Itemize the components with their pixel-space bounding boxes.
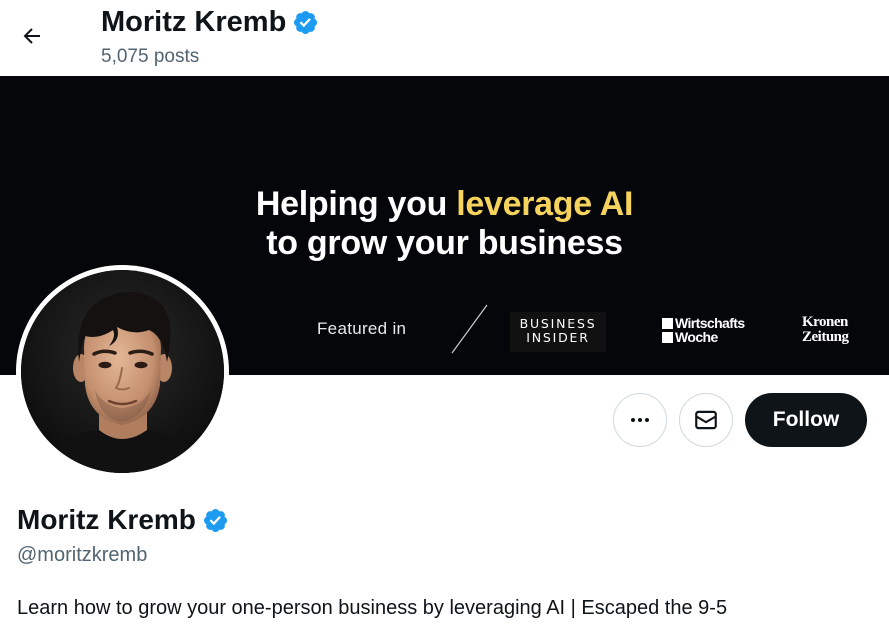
back-button[interactable] — [13, 17, 51, 55]
profile-bio: Learn how to grow your one-person busine… — [17, 597, 728, 619]
kronen-zeitung-logo-line2: Zeitung — [802, 329, 849, 345]
business-insider-logo-line1: BUSINESS — [519, 316, 597, 331]
profile-display-name: Moritz Kremb — [17, 503, 229, 537]
wirtschaftswoche-logo-line1: Wirtschafts — [675, 315, 745, 331]
verified-badge-icon — [294, 10, 318, 34]
banner-divider-slash — [451, 304, 488, 354]
avatar-portrait-image — [21, 270, 224, 473]
header-name: Moritz Kremb — [101, 6, 287, 38]
banner-headline: Helping you leverage AI to grow your bus… — [0, 185, 889, 263]
envelope-icon — [695, 410, 717, 430]
profile-handle: @moritzkremb — [17, 544, 148, 566]
arrow-left-icon — [23, 28, 40, 44]
post-count: 5,075 posts — [101, 46, 200, 67]
banner-headline-accent: leverage AI — [456, 185, 634, 223]
banner-headline-line1: Helping you leverage AI — [0, 185, 889, 224]
avatar[interactable] — [16, 265, 229, 478]
banner-headline-text: Helping you — [255, 185, 457, 223]
wirtschaftswoche-logo-line2: Woche — [675, 329, 718, 345]
header-title: Moritz Kremb — [101, 4, 319, 40]
profile-name-text: Moritz Kremb — [17, 504, 196, 535]
more-options-button[interactable] — [613, 393, 667, 447]
kronen-zeitung-logo: Kronen Zeitung — [802, 315, 849, 345]
avatar-photo — [21, 270, 224, 473]
wirtschaftswoche-logo: Wirtschafts Woche — [662, 316, 745, 344]
business-insider-logo: BUSINESS INSIDER — [510, 312, 606, 352]
verified-badge-icon[interactable] — [202, 507, 229, 534]
profile-header-bar: Moritz Kremb 5,075 posts — [0, 0, 889, 76]
message-button[interactable] — [679, 393, 733, 447]
banner-featured-label: Featured in — [317, 319, 407, 338]
follow-button[interactable]: Follow — [745, 393, 867, 447]
kronen-zeitung-logo-line1: Kronen — [802, 314, 848, 330]
business-insider-logo-line2: INSIDER — [526, 330, 590, 345]
banner-headline-line2: to grow your business — [266, 224, 623, 262]
ellipsis-icon — [631, 418, 649, 422]
